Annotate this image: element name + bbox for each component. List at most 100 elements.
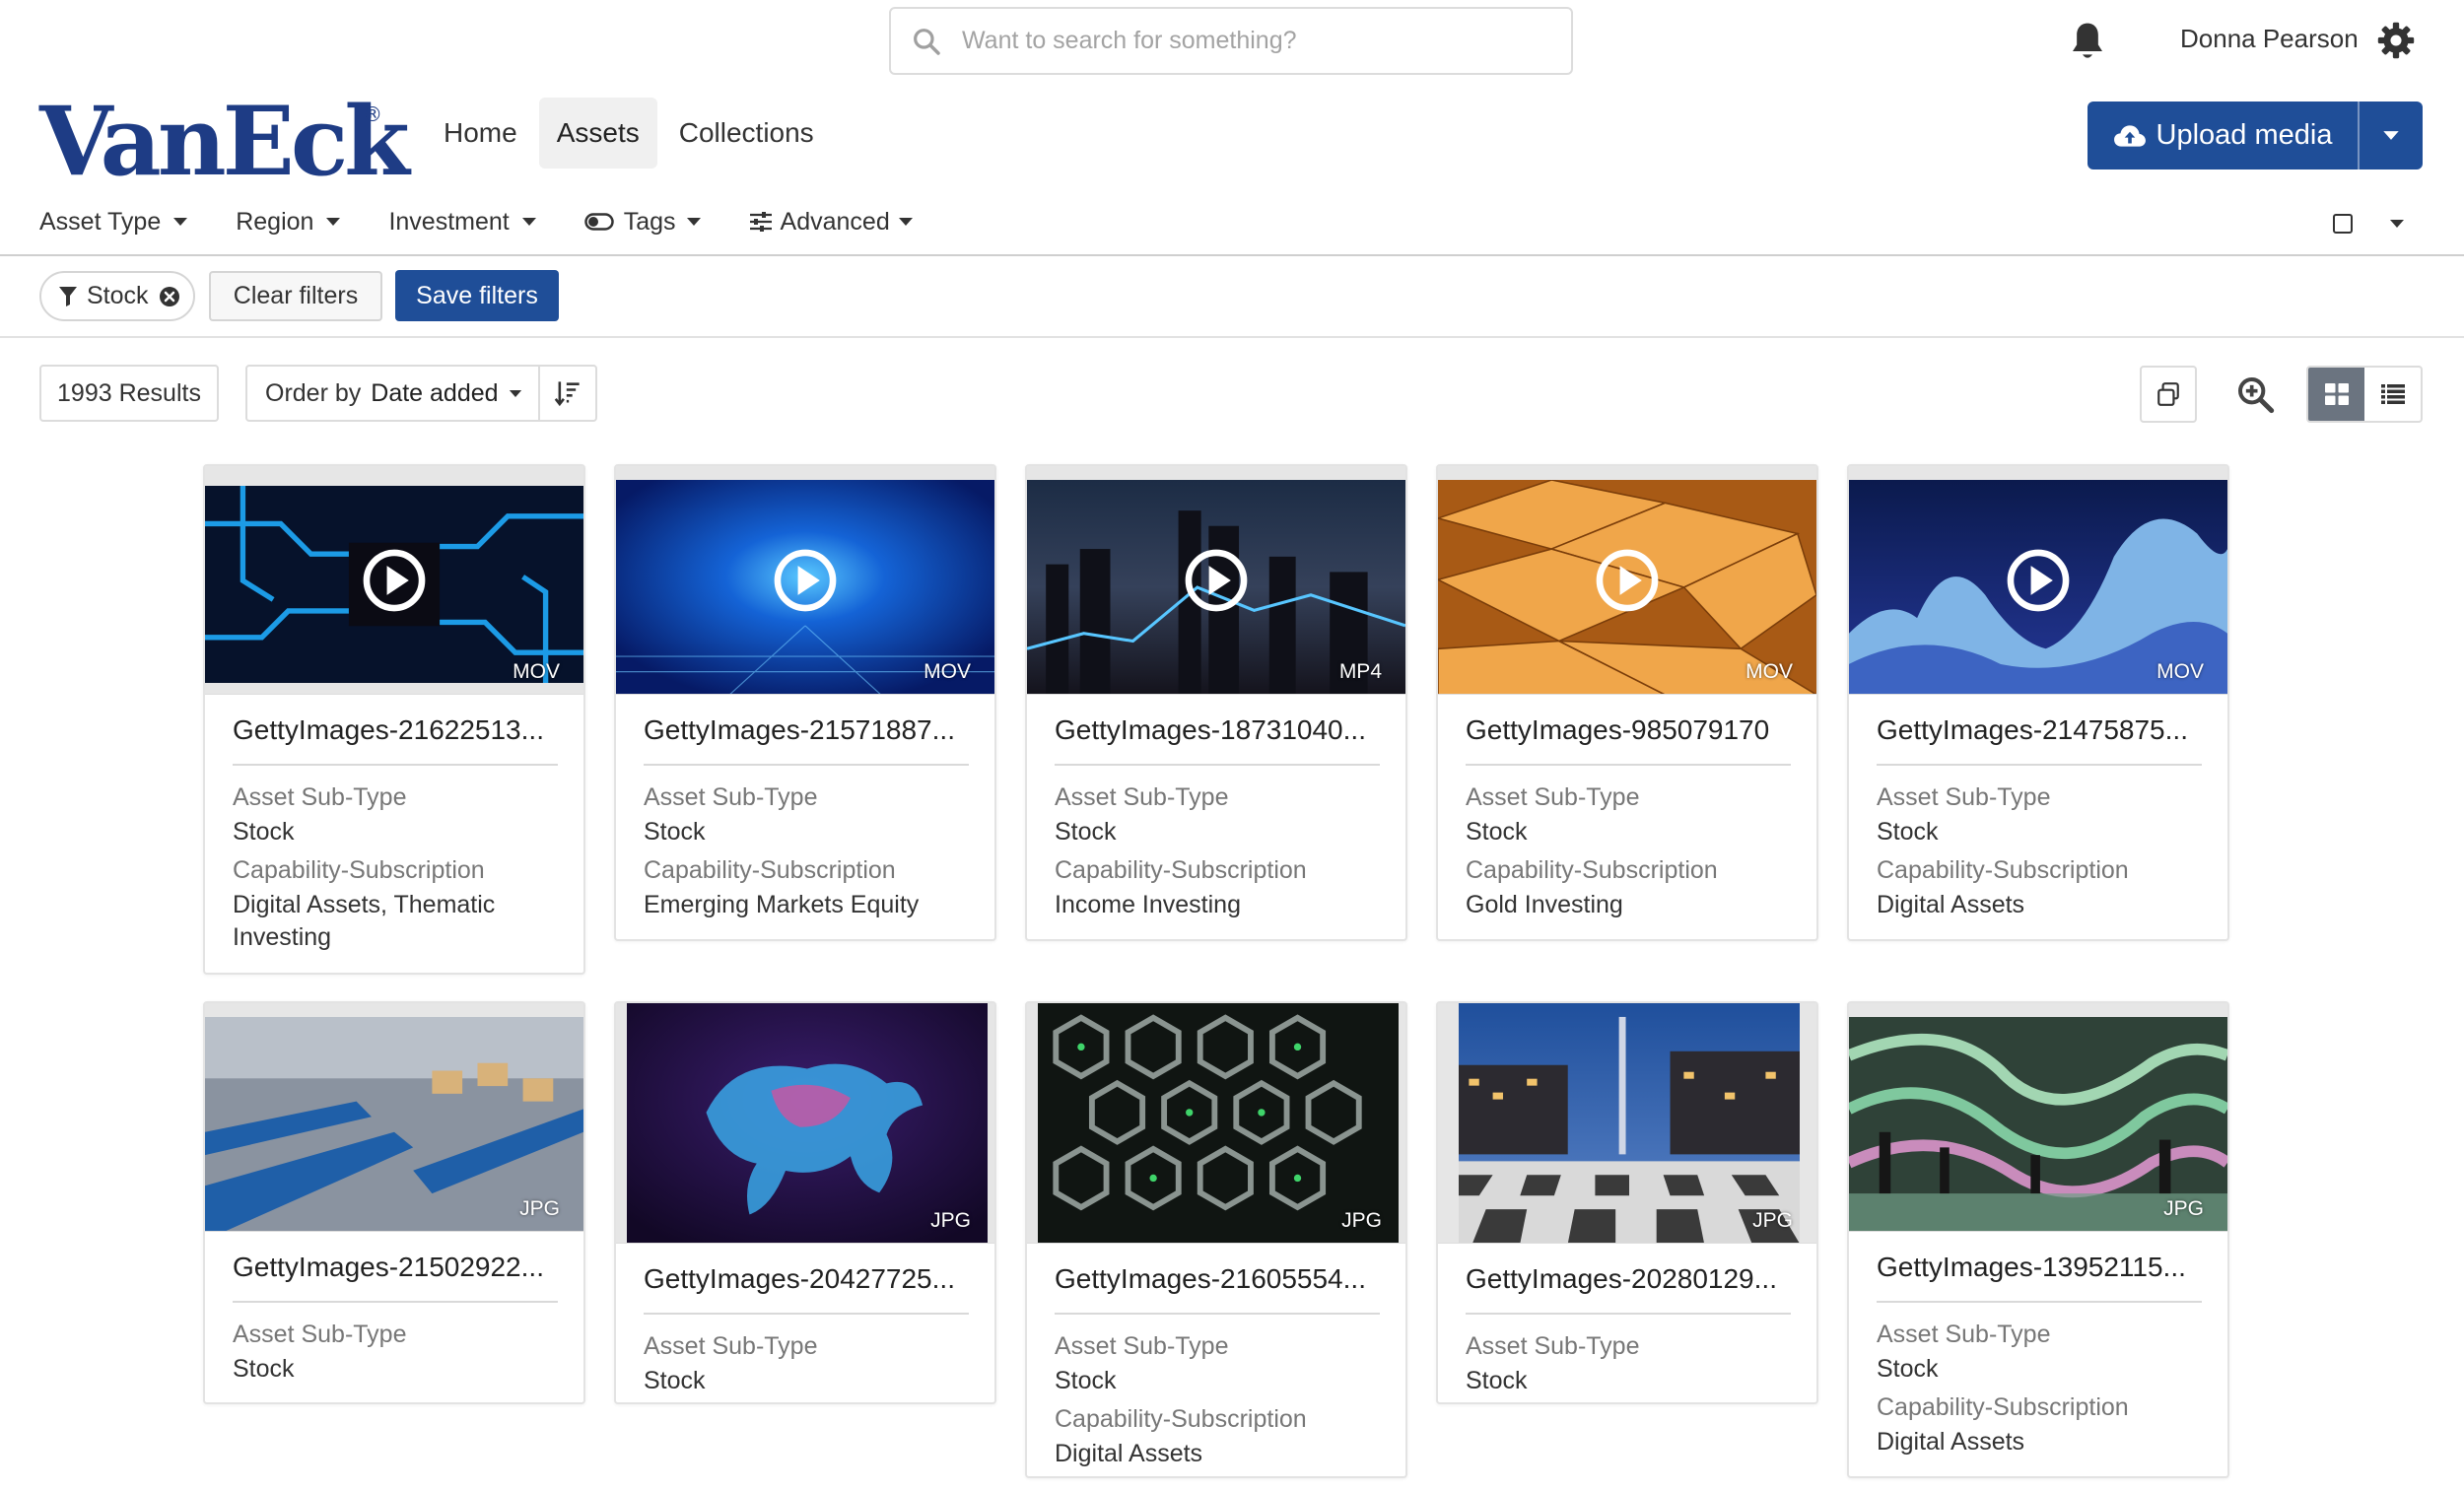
view-toggle: [2306, 366, 2423, 423]
upload-media-label: Upload media: [2156, 119, 2333, 151]
order-by-dropdown[interactable]: Order by Date added: [247, 367, 538, 420]
asset-thumbnail[interactable]: JPG: [1438, 1003, 1816, 1244]
asset-thumbnail[interactable]: MOV: [1438, 466, 1816, 695]
filter-bar: Asset Type Region Investment Tags Advanc…: [39, 200, 961, 243]
asset-thumbnail[interactable]: MOV: [616, 466, 994, 695]
nav-assets[interactable]: Assets: [538, 98, 657, 169]
asset-thumbnail[interactable]: MP4: [1027, 466, 1405, 695]
caret-down-icon: [509, 389, 521, 397]
filter-icon: [59, 286, 77, 306]
filter-tags-label: Tags: [623, 207, 676, 236]
asset-card[interactable]: MOV GettyImages-985079170 Asset Sub-Type…: [1436, 464, 1818, 941]
format-badge: JPG: [1341, 1209, 1382, 1232]
asset-card[interactable]: MOV GettyImages-21475875... Asset Sub-Ty…: [1847, 464, 2229, 941]
format-badge: MOV: [1745, 660, 1793, 683]
asset-title[interactable]: GettyImages-18731040...: [1055, 695, 1380, 766]
sort-descending-icon: [554, 381, 580, 407]
asset-card[interactable]: MOV GettyImages-21622513... Asset Sub-Ty…: [203, 464, 585, 975]
user-name[interactable]: Donna Pearson: [2180, 24, 2359, 54]
asset-card[interactable]: JPG GettyImages-20427725... Asset Sub-Ty…: [614, 1001, 996, 1404]
select-all-checkbox[interactable]: [2333, 214, 2353, 234]
asset-thumbnail[interactable]: JPG: [205, 1003, 583, 1232]
asset-card[interactable]: JPG GettyImages-21605554... Asset Sub-Ty…: [1025, 1001, 1407, 1478]
meta-value: Digital Assets: [1877, 1428, 2025, 1456]
asset-title[interactable]: GettyImages-21502922...: [233, 1232, 558, 1303]
search-input[interactable]: [960, 26, 1571, 56]
cloud-upload-icon: [2113, 124, 2146, 147]
asset-title[interactable]: GettyImages-21605554...: [1055, 1244, 1380, 1315]
meta-value: Stock: [1466, 1367, 1528, 1394]
thumbnail-image: [1459, 1003, 1800, 1243]
play-icon[interactable]: [362, 548, 427, 613]
filter-investment-label: Investment: [388, 207, 510, 236]
upload-media-button[interactable]: Upload media: [2088, 102, 2358, 169]
asset-thumbnail[interactable]: MOV: [1849, 466, 2227, 695]
filter-investment[interactable]: Investment: [388, 208, 536, 237]
asset-card[interactable]: JPG GettyImages-20280129... Asset Sub-Ty…: [1436, 1001, 1818, 1404]
asset-card[interactable]: MOV GettyImages-21571887... Asset Sub-Ty…: [614, 464, 996, 941]
asset-title[interactable]: GettyImages-21475875...: [1877, 695, 2202, 766]
filter-tags[interactable]: Tags: [583, 207, 702, 237]
list-view-button[interactable]: [2364, 368, 2421, 421]
meta-label: Asset Sub-Type: [233, 1321, 407, 1348]
thumbnail-image: [627, 1003, 988, 1243]
save-filters-button[interactable]: Save filters: [395, 270, 559, 321]
meta-label: Capability-Subscription: [233, 856, 485, 884]
filter-advanced[interactable]: Advanced: [749, 208, 914, 237]
meta-label: Asset Sub-Type: [644, 783, 818, 811]
meta-value: Digital Assets, Thematic Investing: [233, 891, 496, 951]
asset-title[interactable]: GettyImages-13952115...: [1877, 1232, 2202, 1303]
clear-filters-button[interactable]: Clear filters: [209, 271, 382, 321]
bell-icon[interactable]: [2068, 20, 2107, 63]
upload-media-button-group: Upload media: [2088, 102, 2423, 169]
order-by-value: Date added: [371, 378, 499, 407]
asset-card[interactable]: MP4 GettyImages-18731040... Asset Sub-Ty…: [1025, 464, 1407, 941]
active-filter-chip[interactable]: Stock: [39, 271, 195, 321]
asset-title[interactable]: GettyImages-21571887...: [644, 695, 969, 766]
filter-region[interactable]: Region: [236, 208, 341, 237]
sliders-icon: [749, 212, 772, 232]
meta-label: Asset Sub-Type: [233, 783, 407, 811]
meta-value: Digital Assets: [1055, 1440, 1203, 1467]
chevron-down-icon[interactable]: [2389, 219, 2405, 229]
play-icon[interactable]: [2006, 548, 2071, 613]
meta-label: Asset Sub-Type: [1055, 783, 1229, 811]
meta-label: Asset Sub-Type: [644, 1332, 818, 1360]
caret-down-icon: [686, 218, 701, 226]
copy-button[interactable]: [2140, 366, 2197, 423]
play-icon[interactable]: [1184, 548, 1249, 613]
asset-thumbnail[interactable]: MOV: [205, 466, 583, 695]
filter-asset-type[interactable]: Asset Type: [39, 208, 188, 237]
play-icon[interactable]: [773, 548, 838, 613]
asset-thumbnail[interactable]: JPG: [616, 1003, 994, 1244]
asset-thumbnail[interactable]: JPG: [1027, 1003, 1405, 1244]
asset-title[interactable]: GettyImages-20280129...: [1466, 1244, 1791, 1315]
asset-title[interactable]: GettyImages-20427725...: [644, 1244, 969, 1315]
grid-view-button[interactable]: [2308, 368, 2364, 421]
filter-asset-type-label: Asset Type: [39, 207, 162, 236]
meta-label: Capability-Subscription: [1055, 1405, 1307, 1433]
meta-label: Asset Sub-Type: [1466, 1332, 1640, 1360]
meta-label: Asset Sub-Type: [1055, 1332, 1229, 1360]
sort-direction-button[interactable]: [538, 367, 595, 420]
format-badge: JPG: [519, 1197, 560, 1220]
asset-thumbnail[interactable]: JPG: [1849, 1003, 2227, 1232]
asset-title[interactable]: GettyImages-21622513...: [233, 695, 558, 766]
vaneck-logo[interactable]: VanEck ®: [39, 95, 410, 189]
asset-title[interactable]: GettyImages-985079170: [1466, 695, 1791, 766]
nav-collections[interactable]: Collections: [661, 98, 832, 169]
caret-down-icon: [521, 218, 536, 226]
search-box[interactable]: [889, 7, 1573, 75]
meta-value: Stock: [233, 818, 295, 846]
gear-icon[interactable]: [2377, 22, 2415, 59]
format-badge: MOV: [513, 660, 560, 683]
play-icon[interactable]: [1595, 548, 1660, 613]
meta-value: Emerging Markets Equity: [644, 891, 920, 918]
nav-home[interactable]: Home: [426, 98, 535, 169]
upload-options-toggle[interactable]: [2358, 102, 2423, 169]
asset-card[interactable]: JPG GettyImages-13952115... Asset Sub-Ty…: [1847, 1001, 2229, 1478]
remove-filter-icon[interactable]: [159, 286, 180, 307]
asset-card[interactable]: JPG GettyImages-21502922... Asset Sub-Ty…: [203, 1001, 585, 1404]
meta-label: Asset Sub-Type: [1466, 783, 1640, 811]
zoom-in-icon[interactable]: [2235, 374, 2275, 414]
